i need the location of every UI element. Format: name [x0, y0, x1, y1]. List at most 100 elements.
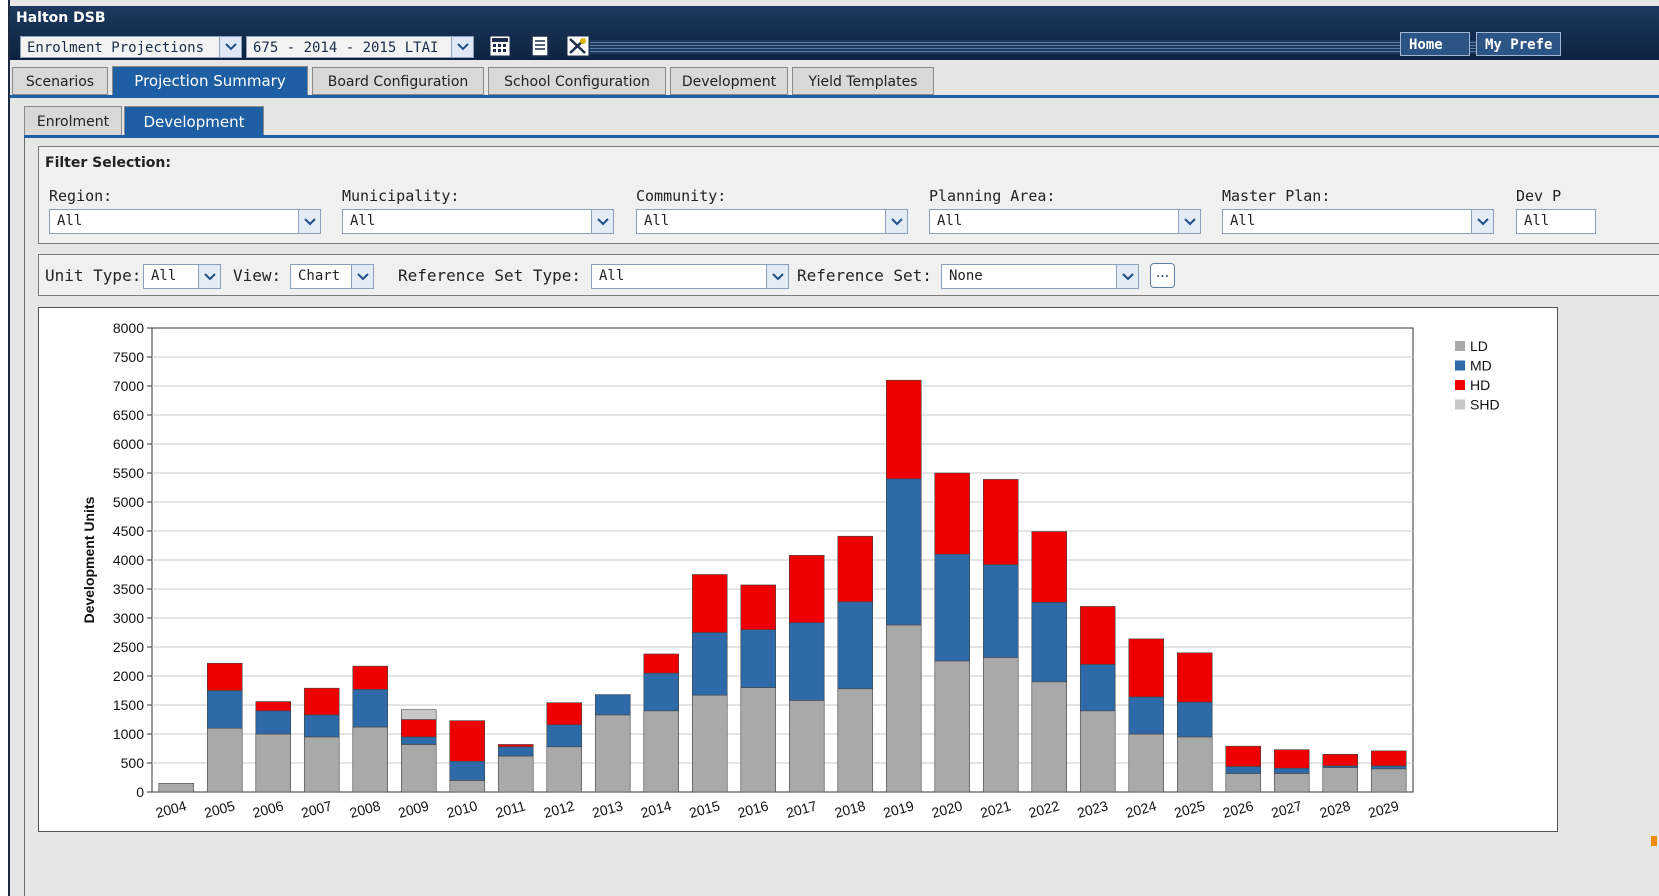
- reference-set-more-button[interactable]: ...: [1150, 263, 1175, 288]
- chevron-down-icon[interactable]: [1116, 265, 1138, 288]
- bar-ld-2027: [1273, 773, 1310, 793]
- chevron-down-icon[interactable]: [451, 37, 473, 57]
- bar-md-2007: [303, 714, 340, 738]
- reference-set-type-select[interactable]: All: [591, 264, 789, 289]
- reference-set-select[interactable]: None: [941, 264, 1139, 289]
- y-tick-label: 4500: [113, 523, 144, 539]
- bar-ld-2006: [255, 733, 292, 793]
- y-tick-label: 3000: [113, 610, 144, 626]
- bar-ld-2016: [740, 687, 777, 793]
- home-button[interactable]: Home: [1400, 32, 1470, 56]
- module-select[interactable]: Enrolment Projections: [20, 36, 242, 58]
- bar-hd-2007: [303, 687, 340, 716]
- reference-set-type-select-value: All: [599, 268, 625, 284]
- tab-board-configuration[interactable]: Board Configuration: [312, 67, 484, 95]
- x-tick-label: 2005: [202, 797, 236, 821]
- bar-ld-2013: [594, 714, 631, 793]
- chevron-down-icon[interactable]: [1471, 210, 1493, 233]
- bar-hd-2026: [1225, 745, 1262, 767]
- legend-swatch-ld: [1455, 341, 1465, 351]
- unit-type-select[interactable]: All: [143, 264, 221, 289]
- report-icon[interactable]: [528, 34, 552, 58]
- bar-hd-2024: [1128, 638, 1165, 698]
- y-tick-label: 500: [121, 755, 145, 771]
- dev-plan-select[interactable]: All: [1516, 209, 1596, 234]
- master-plan-select[interactable]: All: [1222, 209, 1494, 234]
- tab-yield-templates[interactable]: Yield Templates: [792, 67, 934, 95]
- bar-md-2014: [643, 672, 680, 712]
- subtab-enrolment[interactable]: Enrolment: [24, 106, 122, 136]
- bar-shd-2009: [400, 709, 437, 720]
- calculator-icon[interactable]: [488, 34, 512, 58]
- legend-swatch-hd: [1455, 380, 1465, 390]
- x-tick-label: 2021: [978, 797, 1012, 821]
- tools-icon[interactable]: [566, 34, 590, 58]
- bar-ld-2023: [1079, 710, 1116, 793]
- chevron-down-icon[interactable]: [885, 210, 907, 233]
- planning-area-label: Planning Area:: [929, 187, 1056, 205]
- bar-hd-2009: [400, 719, 437, 738]
- x-tick-label: 2013: [590, 797, 624, 821]
- x-tick-label: 2007: [299, 797, 333, 821]
- bar-ld-2018: [837, 688, 874, 793]
- tab-development[interactable]: Development: [670, 67, 788, 95]
- chevron-down-icon[interactable]: [1178, 210, 1200, 233]
- bar-hd-2012: [546, 702, 583, 726]
- chevron-down-icon[interactable]: [219, 37, 241, 57]
- reference-set-select-value: None: [949, 268, 983, 284]
- chevron-down-icon[interactable]: [766, 265, 788, 288]
- bar-ld-2024: [1128, 733, 1165, 793]
- bar-hd-2014: [643, 653, 680, 674]
- x-tick-label: 2016: [736, 797, 770, 821]
- y-tick-label: 2500: [113, 639, 144, 655]
- tab-projection-summary[interactable]: Projection Summary: [112, 66, 308, 96]
- y-tick-label: 8000: [113, 320, 144, 336]
- x-tick-label: 2015: [687, 797, 721, 821]
- options-bar: Unit Type: All View: Chart Reference Set…: [38, 254, 1659, 296]
- tab-school-configuration[interactable]: School Configuration: [488, 67, 666, 95]
- municipality-select[interactable]: All: [342, 209, 614, 234]
- legend-label-md: MD: [1470, 358, 1492, 374]
- x-tick-label: 2011: [494, 797, 527, 820]
- tab-scenarios[interactable]: Scenarios: [12, 67, 108, 95]
- bar-md-2006: [255, 710, 292, 735]
- bar-md-2023: [1079, 664, 1116, 712]
- chevron-down-icon[interactable]: [591, 210, 613, 233]
- header-bar: Halton DSB Enrolment Projections 675 - 2…: [10, 6, 1659, 60]
- bar-ld-2007: [303, 736, 340, 793]
- master-plan-select-value: All: [1230, 213, 1256, 229]
- y-tick-label: 5000: [113, 494, 144, 510]
- planning-area-select[interactable]: All: [929, 209, 1201, 234]
- view-select-value: Chart: [298, 268, 341, 284]
- bar-md-2021: [982, 564, 1019, 658]
- my-preferences-button[interactable]: My Prefe: [1476, 32, 1561, 56]
- x-tick-label: 2025: [1172, 797, 1206, 821]
- bar-ld-2017: [788, 700, 825, 793]
- bar-hd-2020: [934, 472, 971, 555]
- bar-hd-2005: [206, 662, 243, 691]
- bar-hd-2019: [885, 379, 922, 480]
- header-decoration: [590, 40, 1481, 54]
- bar-ld-2021: [982, 657, 1019, 793]
- bar-md-2008: [352, 689, 389, 728]
- region-select[interactable]: All: [49, 209, 321, 234]
- y-tick-label: 3500: [113, 581, 144, 597]
- content-border: [24, 138, 25, 896]
- x-tick-label: 2027: [1269, 797, 1303, 821]
- bar-hd-2017: [788, 555, 825, 623]
- bar-hd-2006: [255, 701, 292, 712]
- chevron-down-icon[interactable]: [298, 210, 320, 233]
- projection-select-value: 675 - 2014 - 2015 LTAI: [253, 40, 439, 56]
- chevron-down-icon[interactable]: [351, 265, 373, 288]
- community-select[interactable]: All: [636, 209, 908, 234]
- x-tick-label: 2026: [1221, 797, 1255, 821]
- subtab-development[interactable]: Development: [124, 106, 264, 136]
- x-tick-label: 2017: [784, 797, 818, 821]
- chevron-down-icon[interactable]: [198, 265, 220, 288]
- y-tick-label: 1500: [113, 697, 144, 713]
- view-select[interactable]: Chart: [290, 264, 374, 289]
- projection-select[interactable]: 675 - 2014 - 2015 LTAI: [246, 36, 474, 58]
- chart-panel: 0 500 1000 1500 2000 2500 3000 3500 4000 4500 5000…: [38, 307, 1558, 832]
- x-tick-label: 2004: [154, 797, 188, 821]
- bar-ld-2022: [1031, 681, 1068, 793]
